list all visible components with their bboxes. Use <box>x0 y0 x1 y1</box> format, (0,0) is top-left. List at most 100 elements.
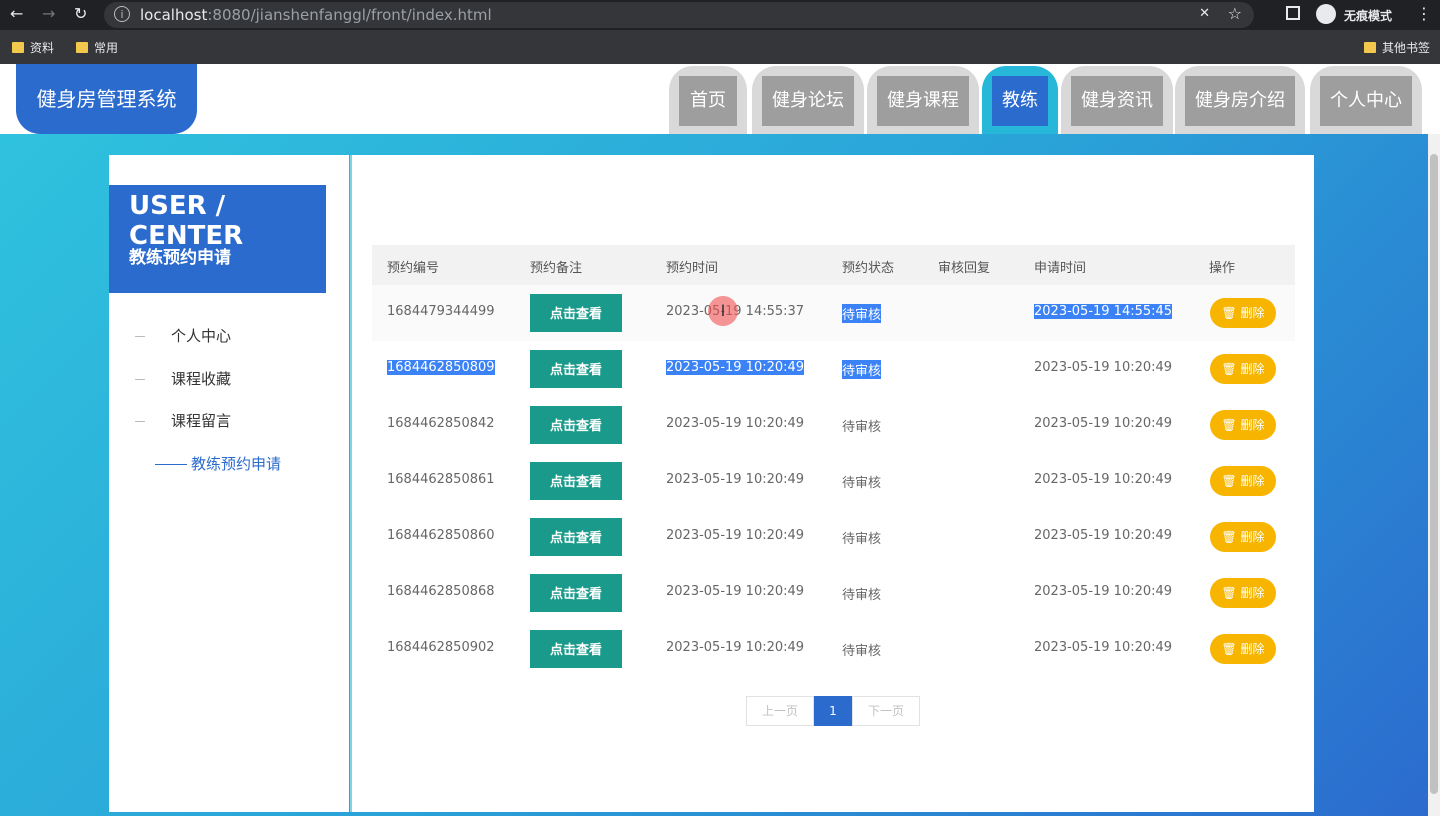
reload-icon[interactable]: ↻ <box>74 4 87 23</box>
info-icon[interactable]: i <box>114 6 130 22</box>
page-number-button[interactable]: 1 <box>814 696 852 726</box>
view-note-button[interactable]: 点击查看 <box>530 350 622 388</box>
table-row: 1684462850842 点击查看 2023-05-19 10:20:49 待… <box>372 397 1295 453</box>
booking-time: 2023-05-19 10:20:49 <box>666 640 805 655</box>
trash-icon: 🗑 <box>1221 474 1241 488</box>
col-header: 预约编号 <box>387 261 440 276</box>
view-note-button[interactable]: 点击查看 <box>530 406 622 444</box>
trash-icon: 🗑 <box>1221 418 1241 432</box>
delete-button[interactable]: 🗑 删除 <box>1210 466 1276 496</box>
booking-time: 2023-05-19 10:20:49 <box>666 472 805 487</box>
other-bookmarks[interactable]: 其他书签 <box>1364 39 1430 56</box>
apply-time: 2023-05-19 10:20:49 <box>1034 584 1173 599</box>
view-note-button[interactable]: 点击查看 <box>530 630 622 668</box>
sidebar-item-messages[interactable]: 课程留言 <box>135 410 231 431</box>
trash-icon: 🗑 <box>1221 642 1241 656</box>
next-page-button[interactable]: 下一页 <box>852 696 920 726</box>
browser-toolbar: ← → ↻ i localhost:8080/jianshenfanggl/fr… <box>0 0 1440 30</box>
booking-status: 待审核 <box>842 644 882 659</box>
sidebar-item-favorites[interactable]: 课程收藏 <box>135 368 231 389</box>
bookmark-label: 其他书签 <box>1382 41 1431 55</box>
booking-time: 2023-05-19 10:20:49 <box>666 360 805 375</box>
apply-time: 2023-05-19 10:20:49 <box>1034 472 1173 487</box>
booking-status: 待审核 <box>842 588 882 603</box>
view-note-button[interactable]: 点击查看 <box>530 294 622 332</box>
booking-time: 2023-05-19 10:20:49 <box>666 584 805 599</box>
booking-id: 1684462850868 <box>387 584 495 599</box>
trash-icon: 🗑 <box>1221 306 1241 320</box>
table-row: 1684479344499 点击查看 2023-05-19 14:55:37 待… <box>372 285 1295 341</box>
booking-id: 1684462850809 <box>387 360 495 375</box>
sidebar-title: USER / CENTER <box>129 191 244 251</box>
menu-icon[interactable]: ⋮ <box>1416 4 1432 23</box>
bookmark-item[interactable]: 资料 <box>12 39 54 56</box>
table-row: 1684462850860 点击查看 2023-05-19 10:20:49 待… <box>372 509 1295 565</box>
table-row: 1684462850868 点击查看 2023-05-19 10:20:49 待… <box>372 565 1295 621</box>
delete-button[interactable]: 🗑 删除 <box>1210 634 1276 664</box>
nav-home[interactable]: 首页 <box>669 66 747 134</box>
apply-time: 2023-05-19 10:20:49 <box>1034 528 1173 543</box>
sidebar: USER / CENTER 教练预约申请 个人中心 课程收藏 课程留言 教练预约… <box>109 155 349 812</box>
forward-icon[interactable]: → <box>42 4 55 23</box>
nav-coach[interactable]: 教练 <box>982 66 1058 134</box>
col-header: 申请时间 <box>1034 261 1087 276</box>
delete-button[interactable]: 🗑 删除 <box>1210 354 1276 384</box>
scrollbar-thumb[interactable] <box>1430 154 1438 794</box>
incognito-icon <box>1316 4 1336 24</box>
site-logo[interactable]: 健身房管理系统 <box>16 64 197 134</box>
bookmark-item[interactable]: 常用 <box>76 39 118 56</box>
nav-profile[interactable]: 个人中心 <box>1310 66 1422 134</box>
url-path: :8080/jianshenfanggl/front/index.html <box>207 6 492 24</box>
address-bar[interactable]: i localhost:8080/jianshenfanggl/front/in… <box>104 2 1254 28</box>
delete-button[interactable]: 🗑 删除 <box>1210 522 1276 552</box>
star-icon[interactable]: ☆ <box>1228 4 1242 23</box>
sidebar-header: USER / CENTER 教练预约申请 <box>109 185 326 293</box>
delete-button[interactable]: 🗑 删除 <box>1210 298 1276 328</box>
booking-status: 待审核 <box>842 532 882 547</box>
url-host: localhost <box>140 6 208 24</box>
trash-icon: 🗑 <box>1221 362 1241 376</box>
translate-icon[interactable]: ✕ <box>1199 6 1210 21</box>
booking-id: 1684462850861 <box>387 472 495 487</box>
view-note-button[interactable]: 点击查看 <box>530 462 622 500</box>
back-icon[interactable]: ← <box>10 4 23 23</box>
table-header: 预约编号 预约备注 预约时间 预约状态 审核回复 申请时间 操作 <box>372 245 1295 285</box>
sidebar-item-profile[interactable]: 个人中心 <box>135 325 231 346</box>
main-panel: 预约编号 预约备注 预约时间 预约状态 审核回复 申请时间 操作 1684479… <box>350 155 1314 812</box>
prev-page-button[interactable]: 上一页 <box>746 696 814 726</box>
nav-forum[interactable]: 健身论坛 <box>752 66 864 134</box>
col-header: 操作 <box>1209 261 1236 276</box>
apply-time: 2023-05-19 10:20:49 <box>1034 360 1173 375</box>
nav-courses[interactable]: 健身课程 <box>867 66 979 134</box>
booking-time: 2023-05-19 10:20:49 <box>666 416 805 431</box>
delete-button[interactable]: 🗑 删除 <box>1210 410 1276 440</box>
col-header: 预约时间 <box>666 261 719 276</box>
apply-time: 2023-05-19 14:55:45 <box>1034 304 1173 319</box>
booking-status: 待审核 <box>842 476 882 491</box>
scrollbar[interactable] <box>1428 134 1440 816</box>
apply-time: 2023-05-19 10:20:49 <box>1034 640 1173 655</box>
sidebar-item-coach-booking[interactable]: 教练预约申请 <box>155 453 281 474</box>
nav-about[interactable]: 健身房介绍 <box>1175 66 1305 134</box>
col-header: 预约备注 <box>530 261 583 276</box>
trash-icon: 🗑 <box>1221 530 1241 544</box>
booking-status: 待审核 <box>842 360 882 379</box>
folder-icon <box>76 42 88 53</box>
trash-icon: 🗑 <box>1221 586 1241 600</box>
booking-id: 1684462850860 <box>387 528 495 543</box>
view-note-button[interactable]: 点击查看 <box>530 574 622 612</box>
folder-icon <box>12 42 24 53</box>
sidepanel-icon[interactable] <box>1286 6 1300 20</box>
booking-id: 1684479344499 <box>387 304 495 319</box>
booking-time: 2023-05-19 10:20:49 <box>666 528 805 543</box>
col-header: 审核回复 <box>938 261 991 276</box>
bookmark-label: 常用 <box>94 41 119 55</box>
view-note-button[interactable]: 点击查看 <box>530 518 622 556</box>
col-header: 预约状态 <box>842 261 895 276</box>
booking-status: 待审核 <box>842 304 882 323</box>
incognito-label: 无痕模式 <box>1344 9 1393 23</box>
delete-button[interactable]: 🗑 删除 <box>1210 578 1276 608</box>
nav-news[interactable]: 健身资讯 <box>1061 66 1173 134</box>
bookmark-label: 资料 <box>30 41 55 55</box>
booking-id: 1684462850842 <box>387 416 495 431</box>
